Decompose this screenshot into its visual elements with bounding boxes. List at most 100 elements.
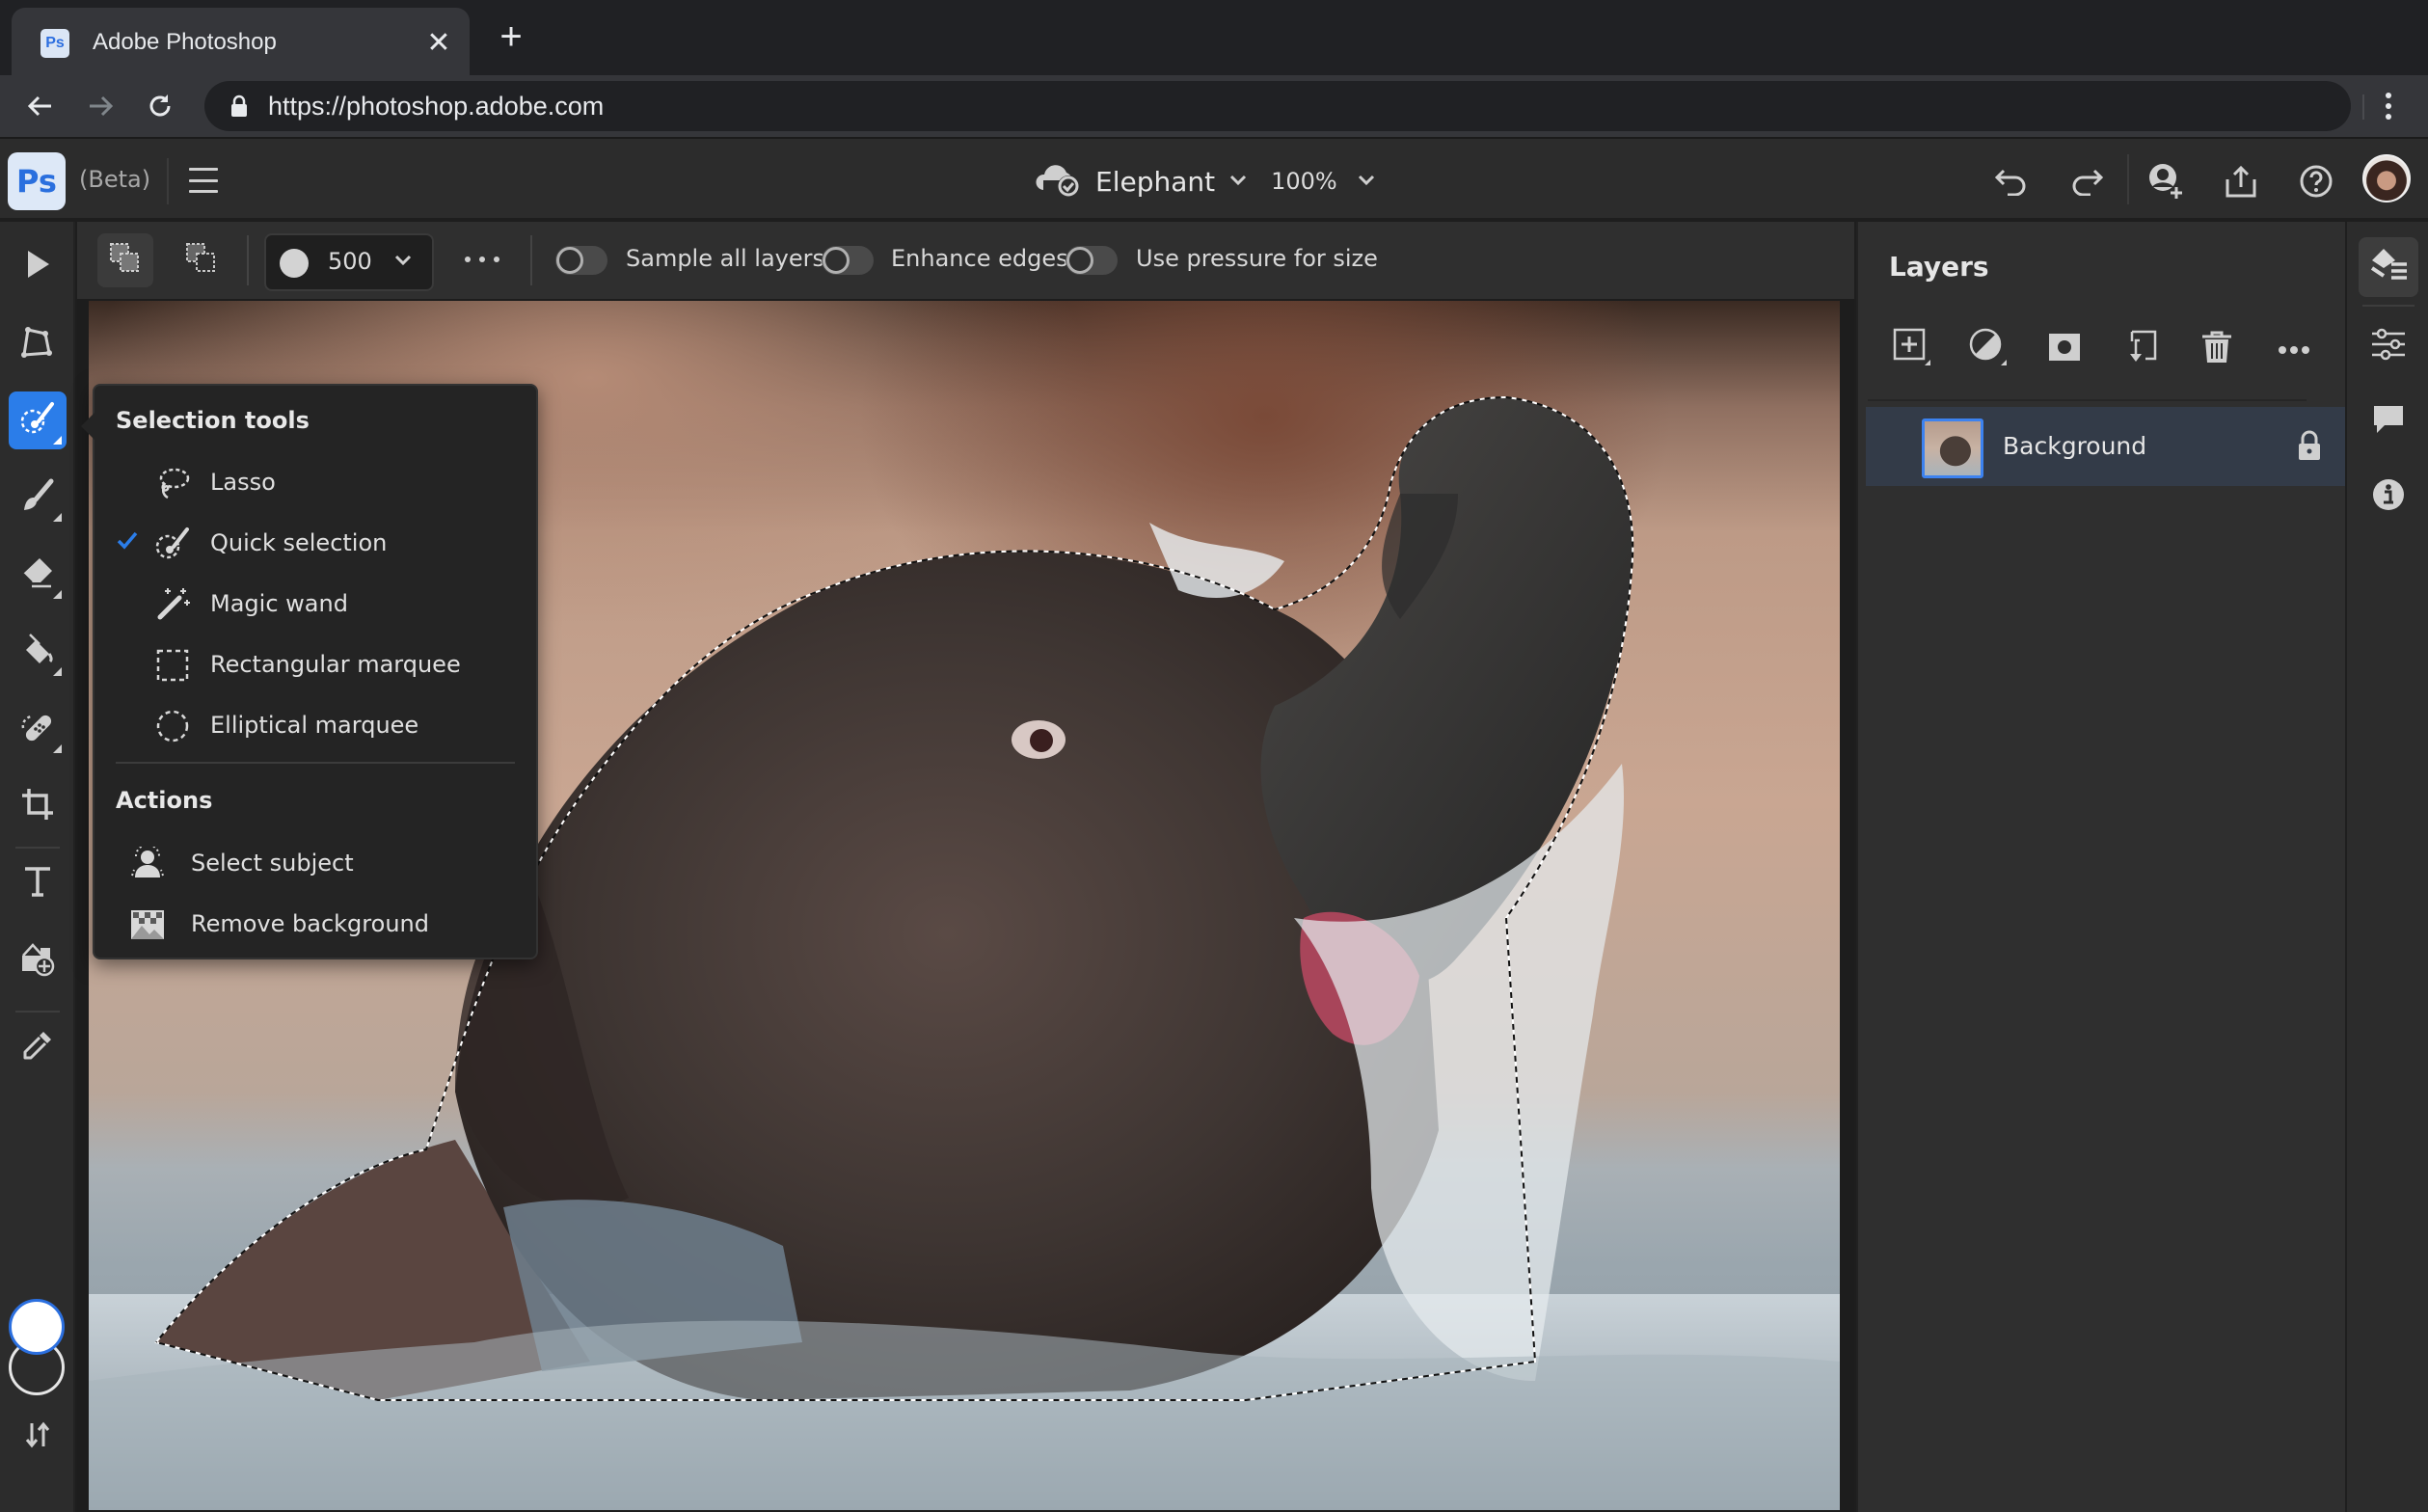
layer-row-background[interactable]: Background bbox=[1866, 407, 2345, 486]
layer-thumbnail bbox=[1922, 418, 1983, 478]
swap-colors-button[interactable] bbox=[9, 1408, 67, 1466]
brush-icon bbox=[20, 478, 55, 517]
zoom-level[interactable]: 100% bbox=[1271, 168, 1337, 195]
layers-panel-button[interactable] bbox=[2359, 237, 2418, 297]
sample-all-layers-label: Sample all layers bbox=[626, 245, 825, 272]
adjustment-layer-button[interactable] bbox=[1967, 328, 2010, 370]
type-tool-button[interactable] bbox=[9, 854, 67, 912]
invite-user-icon[interactable] bbox=[2143, 158, 2189, 204]
forward-arrow-icon[interactable] bbox=[81, 87, 120, 125]
sample-all-layers-toggle[interactable] bbox=[555, 246, 607, 275]
flyout-indicator bbox=[53, 744, 62, 753]
paint-bucket-icon bbox=[20, 633, 55, 671]
layer-mask-button[interactable] bbox=[2043, 328, 2086, 370]
beta-label: (Beta) bbox=[79, 166, 151, 193]
layers-panel: Layers Background bbox=[1856, 222, 2345, 1512]
layers-panel-icon bbox=[2368, 247, 2409, 287]
crop-tool-button[interactable] bbox=[9, 777, 67, 835]
clipping-mask-button[interactable] bbox=[2119, 328, 2162, 370]
remove-background-icon bbox=[129, 906, 166, 943]
subtract-from-selection-button[interactable] bbox=[174, 233, 229, 287]
lock-icon[interactable] bbox=[2296, 430, 2323, 465]
enhance-edges-toggle[interactable] bbox=[822, 246, 874, 275]
redo-icon[interactable] bbox=[2064, 158, 2110, 204]
layers-more-button[interactable] bbox=[2273, 328, 2315, 370]
layer-mask-icon bbox=[2047, 332, 2082, 366]
crop-icon bbox=[20, 787, 55, 825]
flyout-indicator bbox=[53, 667, 62, 676]
healing-tool-button[interactable] bbox=[9, 700, 67, 758]
more-icon bbox=[2278, 340, 2310, 359]
eyedropper-icon bbox=[20, 1028, 55, 1066]
delete-layer-button[interactable] bbox=[2196, 328, 2238, 370]
selection-tool-button[interactable] bbox=[9, 392, 67, 449]
reload-icon[interactable] bbox=[141, 87, 179, 125]
trash-icon bbox=[2200, 330, 2233, 368]
url-bar[interactable]: https://photoshop.adobe.com bbox=[204, 81, 2351, 131]
flyout-item-label: Lasso bbox=[210, 469, 276, 496]
document-title-group: Elephant 100% bbox=[1034, 160, 1376, 202]
more-options-icon[interactable] bbox=[465, 245, 499, 274]
share-icon[interactable] bbox=[2218, 158, 2264, 204]
app-header: Ps (Beta) Elephant 100% bbox=[0, 137, 2428, 220]
actions-title: Actions bbox=[116, 787, 213, 814]
flyout-item-magic-wand[interactable]: Magic wand bbox=[94, 575, 536, 633]
chevron-down-icon bbox=[393, 253, 413, 271]
properties-button[interactable] bbox=[2359, 316, 2418, 376]
eyedropper-tool-button[interactable] bbox=[9, 1018, 67, 1076]
eraser-tool-button[interactable] bbox=[9, 546, 67, 604]
add-to-selection-button[interactable] bbox=[97, 233, 153, 287]
move-tool-button[interactable] bbox=[9, 237, 67, 295]
zoom-chevron-down-icon[interactable] bbox=[1357, 173, 1376, 191]
clipping-mask-icon bbox=[2122, 329, 2159, 369]
brush-size-value: 500 bbox=[328, 248, 372, 275]
select-subject-icon bbox=[129, 846, 166, 882]
flyout-item-quick-selection[interactable]: Quick selection bbox=[94, 514, 536, 572]
brush-tool-button[interactable] bbox=[9, 469, 67, 526]
hamburger-menu-icon[interactable] bbox=[189, 168, 218, 193]
url-text[interactable]: https://photoshop.adobe.com bbox=[268, 92, 604, 122]
address-separator bbox=[2362, 94, 2364, 120]
photoshop-logo[interactable]: Ps bbox=[8, 152, 66, 210]
back-arrow-icon[interactable] bbox=[21, 87, 60, 125]
elliptical-marquee-icon bbox=[154, 708, 191, 744]
use-pressure-toggle[interactable] bbox=[1066, 246, 1118, 275]
document-chevron-down-icon[interactable] bbox=[1228, 173, 1248, 191]
transform-icon bbox=[20, 324, 55, 363]
browser-tab[interactable]: Ps Adobe Photoshop ✕ bbox=[12, 8, 470, 75]
flyout-item-label: Quick selection bbox=[210, 529, 388, 556]
brush-size-dropdown[interactable]: 500 bbox=[264, 233, 434, 291]
tab-title: Adobe Photoshop bbox=[93, 29, 277, 55]
add-image-tool-button[interactable] bbox=[9, 932, 67, 989]
user-avatar[interactable] bbox=[2362, 154, 2411, 202]
fill-tool-button[interactable] bbox=[9, 623, 67, 681]
transform-tool-button[interactable] bbox=[9, 314, 67, 372]
browser-menu-kebab-icon[interactable] bbox=[2374, 87, 2403, 125]
flyout-item-lasso[interactable]: Lasso bbox=[94, 453, 536, 511]
type-icon bbox=[22, 865, 53, 902]
header-separator bbox=[2127, 154, 2129, 204]
lasso-icon bbox=[154, 465, 191, 501]
info-button[interactable] bbox=[2359, 467, 2418, 526]
foreground-color-swatch[interactable] bbox=[9, 1299, 65, 1355]
action-remove-background[interactable]: Remove background bbox=[94, 895, 536, 953]
document-name[interactable]: Elephant bbox=[1095, 166, 1215, 198]
undo-icon[interactable] bbox=[1988, 158, 2035, 204]
close-icon[interactable]: ✕ bbox=[421, 25, 456, 60]
browser-tab-bar: Ps Adobe Photoshop ✕ + bbox=[0, 0, 2428, 75]
help-icon[interactable] bbox=[2293, 158, 2339, 204]
toolbar-separator bbox=[15, 1011, 60, 1012]
comments-button[interactable] bbox=[2359, 392, 2418, 451]
flyout-item-elliptical-marquee[interactable]: Elliptical marquee bbox=[94, 696, 536, 754]
action-select-subject[interactable]: Select subject bbox=[94, 834, 536, 892]
flyout-title: Selection tools bbox=[116, 407, 310, 434]
lock-icon bbox=[229, 94, 249, 122]
flyout-item-label: Rectangular marquee bbox=[210, 651, 461, 678]
enhance-edges-label: Enhance edges bbox=[891, 245, 1068, 272]
add-layer-button[interactable] bbox=[1891, 328, 1933, 370]
swap-colors-icon bbox=[23, 1420, 52, 1453]
flyout-item-rectangular-marquee[interactable]: Rectangular marquee bbox=[94, 635, 536, 693]
adjustment-layer-icon bbox=[1968, 327, 2009, 371]
brush-preview-icon bbox=[280, 249, 309, 278]
new-tab-plus-icon[interactable]: + bbox=[492, 17, 530, 58]
